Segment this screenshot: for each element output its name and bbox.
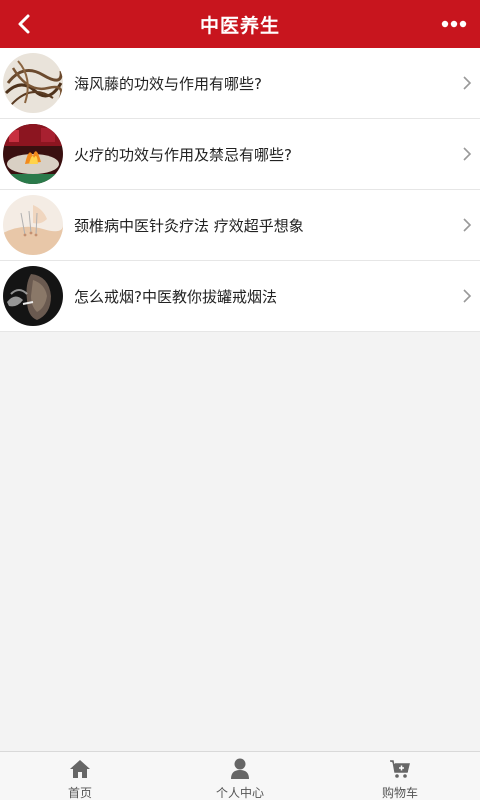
article-item[interactable]: 颈椎病中医针灸疗法 疗效超乎想象 [0,190,480,261]
article-title: 火疗的功效与作用及禁忌有哪些? [74,145,292,164]
app-header: 中医养生 [0,0,480,48]
acupuncture-neck-image [3,195,63,255]
article-item[interactable]: 火疗的功效与作用及禁忌有哪些? [0,119,480,190]
chevron-right-icon [463,76,472,90]
more-dots-icon [441,20,467,28]
nav-tab-profile[interactable]: 个人中心 [160,752,320,800]
article-title: 怎么戒烟?中医教你拔罐戒烟法 [74,287,277,306]
nav-label-home: 首页 [67,786,92,800]
back-arrow-icon [18,14,30,34]
smoking-person-image [3,266,63,326]
fire-therapy-image [3,124,63,184]
user-icon [229,758,251,780]
nav-label-cart: 购物车 [381,786,418,800]
article-item[interactable]: 海风藤的功效与作用有哪些? [0,48,480,119]
article-list: 海风藤的功效与作用有哪些? 火疗的功效与作用及禁忌有哪些? 颈椎病中医针灸疗法 … [0,48,480,332]
dried-vines-image [3,53,63,113]
article-title: 海风藤的功效与作用有哪些? [74,74,262,93]
chevron-right-icon [463,147,472,161]
back-button[interactable] [4,0,44,48]
home-icon [69,758,91,780]
more-button[interactable] [434,0,474,48]
nav-label-profile: 个人中心 [215,786,264,800]
article-title: 颈椎病中医针灸疗法 疗效超乎想象 [74,216,304,235]
chevron-right-icon [463,218,472,232]
page-title: 中医养生 [199,14,280,37]
nav-tab-home[interactable]: 首页 [0,752,160,800]
nav-tab-cart[interactable]: 购物车 [320,752,480,800]
article-item[interactable]: 怎么戒烟?中医教你拔罐戒烟法 [0,261,480,332]
bottom-navigation: 首页 个人中心 购物车 [0,751,480,800]
chevron-right-icon [463,289,472,303]
cart-icon [389,758,411,780]
